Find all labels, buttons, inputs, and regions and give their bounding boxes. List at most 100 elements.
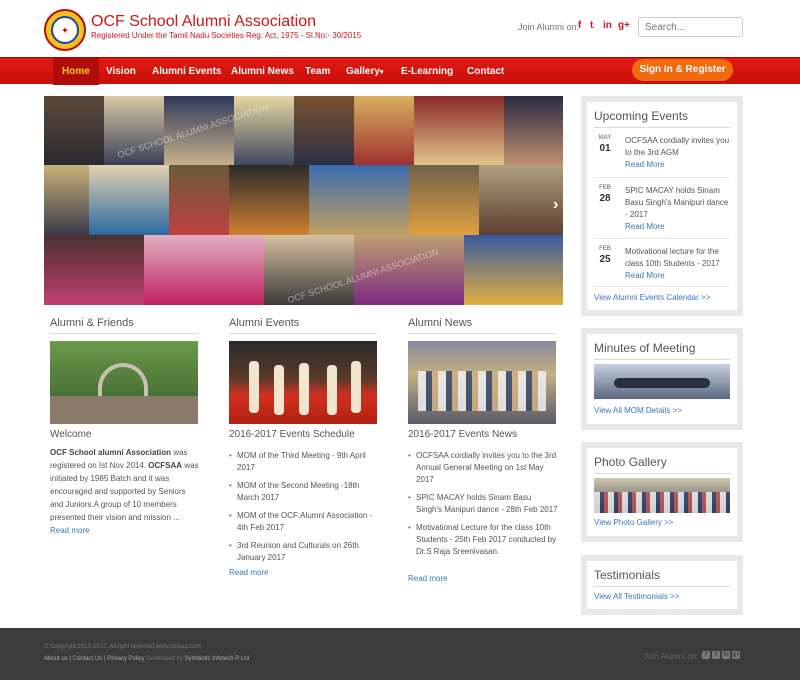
upcoming-events-panel: Upcoming Events MAY 01 OCFSAA cordially …	[581, 96, 743, 316]
view-testimonials-link[interactable]: View All Testimonials >>	[594, 592, 680, 601]
mom-image[interactable]	[594, 364, 730, 399]
events-image[interactable]	[229, 341, 377, 424]
event-item[interactable]: MAY 01 OCFSAA cordially invites you to t…	[594, 135, 730, 175]
events-read-more-link[interactable]: Read more	[229, 568, 269, 577]
facebook-icon[interactable]: f	[578, 20, 581, 31]
mom-details-link[interactable]: View All MOM Details >>	[594, 406, 682, 415]
divider	[594, 127, 730, 128]
site-logo[interactable]: ✦	[44, 9, 86, 51]
developer-link[interactable]: Symbiotic Infotech P Ltd	[185, 656, 250, 662]
google-plus-icon[interactable]: g+	[618, 20, 630, 31]
footer-join-label: Join Alumni on:	[644, 652, 699, 661]
chevron-down-icon: ▾	[379, 69, 384, 76]
developed-by-label: Developed by	[146, 656, 183, 662]
facebook-icon[interactable]: f	[702, 651, 710, 659]
footer-contact-link[interactable]: Contact Us	[73, 656, 103, 662]
events-heading: 2016-2017 Events Schedule	[229, 429, 355, 440]
hero-slider[interactable]: OCF SCHOOL ALUMNI ASSOCIATION OCF SCHOOL…	[44, 96, 563, 305]
nav-e-learning[interactable]: E-Learning	[392, 58, 462, 85]
news-read-more-link[interactable]: Read more	[408, 574, 448, 583]
divider	[594, 586, 730, 587]
twitter-icon[interactable]: t	[590, 20, 593, 31]
join-alumni-label: Join Alumni on:	[518, 22, 580, 32]
event-day: 28	[599, 193, 611, 204]
news-title: Alumni News	[408, 317, 473, 329]
photo-gallery-panel: Photo Gallery View Photo Gallery >>	[581, 442, 743, 542]
chevron-right-icon[interactable]: ›	[553, 196, 558, 214]
news-heading: 2016-2017 Events News	[408, 429, 517, 440]
event-text: OCFSAA cordially invites you to the 3rd …	[625, 136, 730, 157]
friends-read-more-link[interactable]: Read more	[50, 526, 90, 535]
news-list: OCFSAA cordially invites you to the 3rd …	[408, 450, 558, 564]
nav-contact[interactable]: Contact	[458, 58, 513, 85]
list-item[interactable]: MOM of the OCF:Alumni Association - 4th …	[229, 510, 379, 534]
news-image[interactable]	[408, 341, 556, 424]
event-item[interactable]: FEB 28 SPIC MACAY holds Sinam Basu Singh…	[594, 185, 730, 235]
logo-emblem: ✦	[51, 16, 79, 44]
friends-title: Alumni & Friends	[50, 317, 134, 329]
site-header: ✦ OCF School Alumni Association Register…	[0, 0, 800, 57]
list-item[interactable]: SPIC MACAY holds Sinam Basu Singh's Mani…	[408, 492, 558, 516]
nav-alumni-news[interactable]: Alumni News	[222, 58, 303, 85]
gallery-title: Photo Gallery	[594, 455, 667, 469]
nav-home[interactable]: Home	[53, 58, 99, 85]
event-day: 01	[599, 143, 611, 154]
event-month: FEB	[599, 185, 611, 191]
site-subtitle: Registered Under the Tamil Nadu Societie…	[91, 31, 362, 40]
event-day: 25	[599, 254, 611, 265]
nav-alumni-events[interactable]: Alumni Events	[143, 58, 230, 85]
site-footer: © Copyright 2015-2017. All right reserve…	[0, 628, 800, 680]
event-month: MAY	[598, 135, 612, 141]
event-text: SPIC MACAY holds Sinam Basu Singh's Mani…	[625, 186, 729, 219]
list-item[interactable]: MOM of the Second Meeting -18th March 20…	[229, 480, 379, 504]
copyright: © Copyright 2015-2017. All right reserve…	[44, 644, 201, 650]
view-gallery-link[interactable]: View Photo Gallery >>	[594, 518, 673, 527]
sign-in-register-button[interactable]: Sign In & Register	[632, 59, 733, 81]
event-text: Motivational lecture for the class 10th …	[625, 247, 720, 268]
divider	[594, 359, 730, 360]
list-item[interactable]: 3rd Reunion and Culturals on 26th Januar…	[229, 540, 379, 564]
divider	[50, 333, 198, 334]
list-item[interactable]: OCFSAA cordially invites you to the 3rd …	[408, 450, 558, 486]
gallery-image[interactable]	[594, 478, 730, 513]
footer-links: About us | Contact Us | Privacy Policy D…	[44, 656, 250, 662]
mom-title: Minutes of Meeting	[594, 341, 696, 355]
friends-image[interactable]	[50, 341, 198, 424]
footer-privacy-link[interactable]: Privacy Policy	[107, 656, 144, 662]
events-list: MOM of the Third Meeting - 9th April 201…	[229, 450, 379, 570]
nav-gallery[interactable]: Gallery▾	[337, 58, 392, 85]
divider	[229, 333, 377, 334]
list-item[interactable]: MOM of the Third Meeting - 9th April 201…	[229, 450, 379, 474]
divider	[594, 238, 730, 239]
google-plus-icon[interactable]: g+	[732, 651, 740, 659]
divider	[408, 333, 556, 334]
list-item[interactable]: Motivational Lecture for the class 10th …	[408, 522, 558, 558]
events-calendar-link[interactable]: View Alumni Events Calendar >>	[594, 293, 710, 302]
testimonials-title: Testimonials	[594, 568, 661, 582]
nav-gallery-label: Gallery	[346, 66, 380, 77]
event-read-more-link[interactable]: Read More	[625, 270, 733, 282]
welcome-bold-1: OCF School alumni Association	[50, 448, 172, 457]
divider	[594, 286, 730, 287]
welcome-text-2: was initiated by 1985 Batch and it was e…	[50, 461, 199, 522]
linkedin-icon[interactable]: in	[722, 651, 730, 659]
search-input[interactable]	[638, 17, 743, 37]
friends-heading: Welcome	[50, 429, 92, 440]
linkedin-icon[interactable]: in	[603, 20, 612, 31]
welcome-text: OCF School alumni Association was regist…	[50, 446, 200, 524]
divider	[594, 177, 730, 178]
twitter-icon[interactable]: t	[712, 651, 720, 659]
testimonials-panel: Testimonials View All Testimonials >>	[581, 555, 743, 615]
footer-about-link[interactable]: About us	[44, 656, 68, 662]
divider	[594, 473, 730, 474]
events-title: Alumni Events	[229, 317, 300, 329]
nav-vision[interactable]: Vision	[97, 58, 145, 85]
event-item[interactable]: FEB 25 Motivational lecture for the clas…	[594, 246, 730, 286]
welcome-bold-2: OCFSAA	[148, 461, 183, 470]
event-read-more-link[interactable]: Read More	[625, 159, 733, 171]
nav-team[interactable]: Team	[296, 58, 339, 85]
event-read-more-link[interactable]: Read More	[625, 221, 733, 233]
hero-photo-row-2	[44, 165, 563, 235]
site-title[interactable]: OCF School Alumni Association	[91, 13, 316, 31]
event-month: FEB	[599, 246, 611, 252]
